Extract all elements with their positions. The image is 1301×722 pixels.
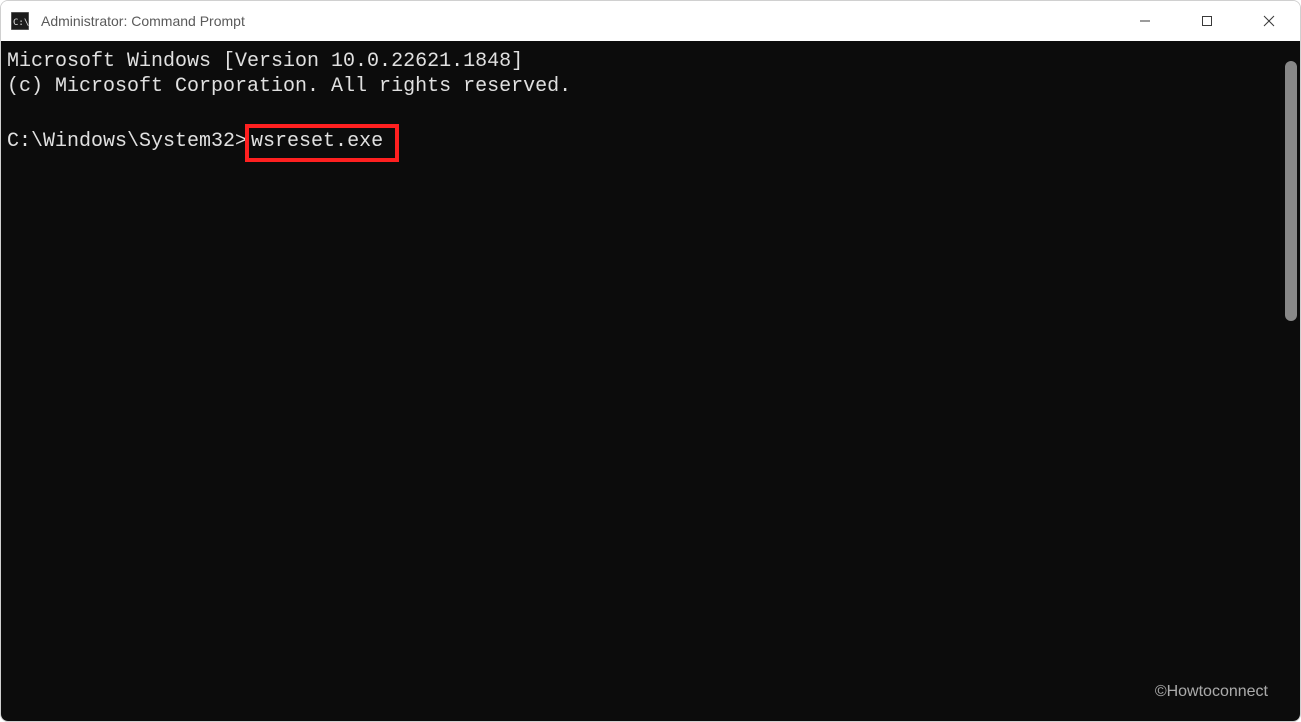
terminal[interactable]: Microsoft Windows [Version 10.0.22621.18… (1, 41, 1300, 722)
terminal-command: wsreset.exe (251, 130, 383, 153)
maximize-button[interactable] (1176, 1, 1238, 41)
window-title: Administrator: Command Prompt (41, 13, 1114, 29)
window-controls (1114, 1, 1300, 41)
command-highlight: wsreset.exe (245, 124, 399, 162)
watermark-text: ©Howtoconnect (1155, 683, 1268, 701)
window-frame: C:\ Administrator: Command Prompt Micros… (0, 0, 1301, 722)
close-button[interactable] (1238, 1, 1300, 41)
terminal-prompt-line: C:\Windows\System32>wsreset.exe (7, 124, 1294, 162)
terminal-prompt: C:\Windows\System32> (7, 130, 247, 153)
vertical-scrollbar[interactable] (1285, 61, 1297, 321)
svg-text:C:\: C:\ (13, 18, 29, 28)
terminal-output-line-1: Microsoft Windows [Version 10.0.22621.18… (7, 49, 1294, 74)
cmd-icon: C:\ (11, 12, 29, 30)
minimize-button[interactable] (1114, 1, 1176, 41)
titlebar[interactable]: C:\ Administrator: Command Prompt (1, 1, 1300, 41)
terminal-output-line-2: (c) Microsoft Corporation. All rights re… (7, 74, 1294, 99)
